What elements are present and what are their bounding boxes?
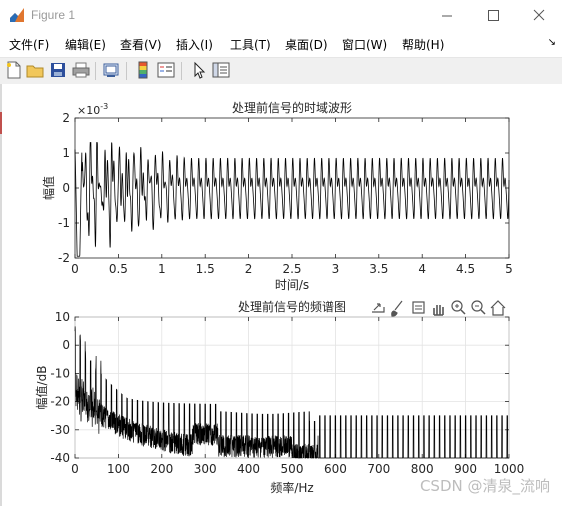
y-tick-label: 10	[55, 310, 70, 324]
time-plot-title: 处理前信号的时域波形	[232, 100, 352, 115]
y-tick-label: -40	[50, 451, 70, 465]
y-tick-label: 2	[62, 111, 70, 125]
zoom-in-icon[interactable]	[451, 300, 466, 315]
exponent-power: -3	[100, 102, 108, 111]
watermark: CSDN @清泉_流响	[419, 477, 550, 495]
y-tick-label: -20	[50, 395, 70, 409]
x-tick-label: 3	[332, 262, 340, 276]
y-tick-label: 0	[62, 338, 70, 352]
x-tick-label: 500	[281, 462, 304, 476]
brush-icon[interactable]	[391, 300, 403, 317]
y-tick-label: 0	[62, 181, 70, 195]
x-tick-label: 700	[367, 462, 390, 476]
x-tick-label: 0.5	[109, 262, 128, 276]
time-y-exponent: ×10-3	[77, 102, 108, 117]
pan-icon[interactable]	[433, 305, 444, 316]
time-y-label: 幅值	[41, 176, 56, 200]
freq-plot-title: 处理前信号的频谱图	[238, 299, 346, 314]
zoom-out-icon[interactable]	[471, 300, 486, 315]
x-tick-label: 5	[505, 262, 513, 276]
x-tick-label: 200	[150, 462, 173, 476]
x-tick-label: 900	[454, 462, 477, 476]
y-tick-label: -2	[58, 251, 70, 265]
y-tick-label: -1	[58, 216, 70, 230]
x-tick-label: 2.5	[282, 262, 301, 276]
freq-x-label: 频率/Hz	[270, 480, 313, 495]
plots-svg: 0 0.5 1 1.5 2 2.5 3 3.5 4 4.5 5 210-1-2 处理前信号的时域波形…	[34, 100, 524, 495]
x-tick-label: 400	[237, 462, 260, 476]
exponent-base: ×10	[77, 104, 100, 117]
x-tick-label: 4	[418, 262, 426, 276]
x-tick-label: 4.5	[456, 262, 475, 276]
x-tick-label: 0	[71, 462, 79, 476]
freq-y-label: 幅值/dB	[34, 366, 49, 410]
x-tick-label: 800	[411, 462, 434, 476]
x-tick-label: 1.5	[196, 262, 215, 276]
x-tick-label: 2	[245, 262, 253, 276]
y-tick-label: -30	[50, 423, 70, 437]
x-tick-label: 1	[158, 262, 166, 276]
x-tick-label: 100	[107, 462, 130, 476]
x-tick-label: 0	[71, 262, 79, 276]
x-tick-label: 600	[324, 462, 347, 476]
time-domain-axes[interactable]: 0 0.5 1 1.5 2 2.5 3 3.5 4 4.5 5 2 1 0 -1 -2 处理前信号的时域波形…	[41, 100, 513, 292]
export-icon[interactable]	[372, 303, 385, 313]
x-tick-label: 300	[194, 462, 217, 476]
y-tick-label: -10	[50, 366, 70, 380]
home-icon[interactable]	[490, 300, 506, 316]
y-tick-label: 1	[62, 146, 70, 160]
x-tick-label: 1000	[494, 462, 525, 476]
frequency-axes[interactable]: 0 100 200 300 400 500 600 700 800 900 1000 100-10-…	[34, 299, 524, 495]
x-tick-label: 3.5	[369, 262, 388, 276]
axes-toolbar	[372, 300, 506, 317]
data-tips-icon[interactable]	[412, 301, 425, 314]
time-x-label: 时间/s	[275, 278, 309, 292]
